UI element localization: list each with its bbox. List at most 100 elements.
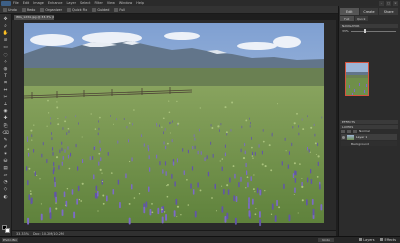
grass-highlight [226,184,229,187]
menu-window[interactable]: Window [119,1,132,5]
delete-layer-icon[interactable] [353,129,357,133]
eraser-icon[interactable]: ⌫ [2,131,9,137]
background-color-swatch[interactable] [4,228,10,233]
tab-quick[interactable]: Quick [354,16,368,21]
lupine-flower [224,152,226,157]
photo-bin-button[interactable]: Photo Bin [2,237,18,242]
lupine-flower [54,181,56,188]
pencil-icon[interactable]: ✎ [2,138,9,144]
paint-bucket-icon[interactable]: ⛁ [2,159,9,165]
adjustment-layer-icon[interactable] [347,129,351,133]
eyedropper-icon[interactable]: ⊘ [2,38,9,44]
lupine-flower [71,189,74,195]
lupine-flower [66,132,68,136]
minimize-button[interactable]: – [379,0,384,6]
lupine-flower [247,182,249,188]
full-edit-button[interactable]: Full [114,7,125,12]
undo-history-button[interactable]: Undo History [318,237,334,243]
lasso-icon[interactable]: ◌ [2,53,9,59]
lupine-flower [182,148,184,152]
new-layer-icon[interactable] [341,129,345,133]
redo-button[interactable]: Redo [21,7,35,12]
grass-highlight [94,128,97,130]
straighten-icon[interactable]: ⟂ [2,102,9,108]
navigator-thumbnail[interactable] [345,62,369,96]
lupine-flower [58,165,60,170]
zoom-readout[interactable]: 33.33% [16,232,29,236]
grass-highlight [113,123,114,125]
navigator-header[interactable]: NAVIGATOR [340,24,398,28]
navigator-zoom-row: 33% [342,29,396,33]
spot-healing-icon[interactable]: ✚ [2,116,9,122]
lupine-flower [123,117,125,120]
tab-share[interactable]: Share [379,8,399,15]
effects-button[interactable]: Effects [380,238,396,242]
cookie-cutter-icon[interactable]: ✂ [2,95,9,101]
undo-button[interactable]: Undo [3,7,17,12]
lupine-flower [176,158,179,163]
layers-button[interactable]: Layers [359,238,374,242]
menu-view[interactable]: View [107,1,115,5]
recompose-icon[interactable]: ⇔ [2,88,9,94]
blend-mode-select[interactable]: Normal [359,129,370,133]
organizer-button[interactable]: Organizer [40,7,62,12]
lupine-flower [287,164,289,169]
brush-icon[interactable]: ✐ [2,145,9,151]
zoom-slider-thumb[interactable] [364,29,367,33]
menu-help[interactable]: Help [136,1,144,5]
menu-image[interactable]: Image [33,1,44,5]
menu-edit[interactable]: Edit [23,1,30,5]
lupine-flower [173,161,175,166]
move-icon[interactable]: ✥ [2,17,9,23]
dodge-icon[interactable]: ◐ [2,195,9,201]
quick-fix-icon [66,7,71,12]
visibility-eye-icon[interactable] [342,135,345,139]
menu-enhance[interactable]: Enhance [48,1,63,5]
red-eye-icon[interactable]: ◉ [2,109,9,115]
lupine-flower [165,171,167,176]
marquee-icon[interactable]: ▭ [2,45,9,51]
quick-fix-button[interactable]: Quick Fix [66,7,87,12]
layer-row-background[interactable]: Background [341,141,397,146]
effects-header[interactable]: EFFECTS [340,120,398,124]
grass-highlight [163,211,166,213]
grass-highlight [67,127,70,130]
blur-icon[interactable]: ◔ [2,180,9,186]
menu-filter[interactable]: Filter [94,1,102,5]
lupine-flower [292,173,295,178]
lupine-flower [116,118,117,121]
hand-icon[interactable]: ✋ [2,31,9,37]
lupine-flower [248,202,250,209]
grass-highlight [215,210,218,212]
zoom-slider[interactable] [350,29,396,33]
tab-create[interactable]: Create [359,8,379,15]
maximize-button[interactable]: □ [386,0,391,6]
layer-row-active[interactable]: Layer 1 [341,134,397,140]
smart-brush-icon[interactable]: ✶ [2,152,9,158]
guided-button[interactable]: Guided [92,7,109,12]
menu-select[interactable]: Select [80,1,90,5]
grass-highlight [251,146,253,149]
quick-select-icon[interactable]: ◍ [2,67,9,73]
lupine-flower [52,152,54,156]
clone-stamp-icon[interactable]: ⎘ [2,124,9,130]
photo-canvas[interactable] [12,20,336,230]
text-icon[interactable]: T [2,74,9,80]
menu-file[interactable]: File [13,1,19,5]
shape-icon[interactable]: ▱ [2,173,9,179]
crop-icon[interactable]: ⌗ [2,81,9,87]
magic-wand-icon[interactable]: ✧ [2,60,9,66]
organizer-icon [40,7,45,12]
tab-edit[interactable]: Edit [340,8,359,15]
lupine-flower [55,191,57,198]
grass-highlight [110,172,113,174]
zoom-icon[interactable]: ⌕ [2,24,9,30]
document-tab[interactable]: IMG_1234.jpg @ 33.3% (RGB/8) [14,15,54,20]
menu-layer[interactable]: Layer [67,1,76,5]
lupine-flower [171,173,173,179]
grass-highlight [225,131,228,134]
tab-full[interactable]: Full [340,16,354,21]
sponge-icon[interactable]: ◇ [2,187,9,193]
close-button[interactable]: × [393,0,398,6]
gradient-icon[interactable]: ▤ [2,166,9,172]
